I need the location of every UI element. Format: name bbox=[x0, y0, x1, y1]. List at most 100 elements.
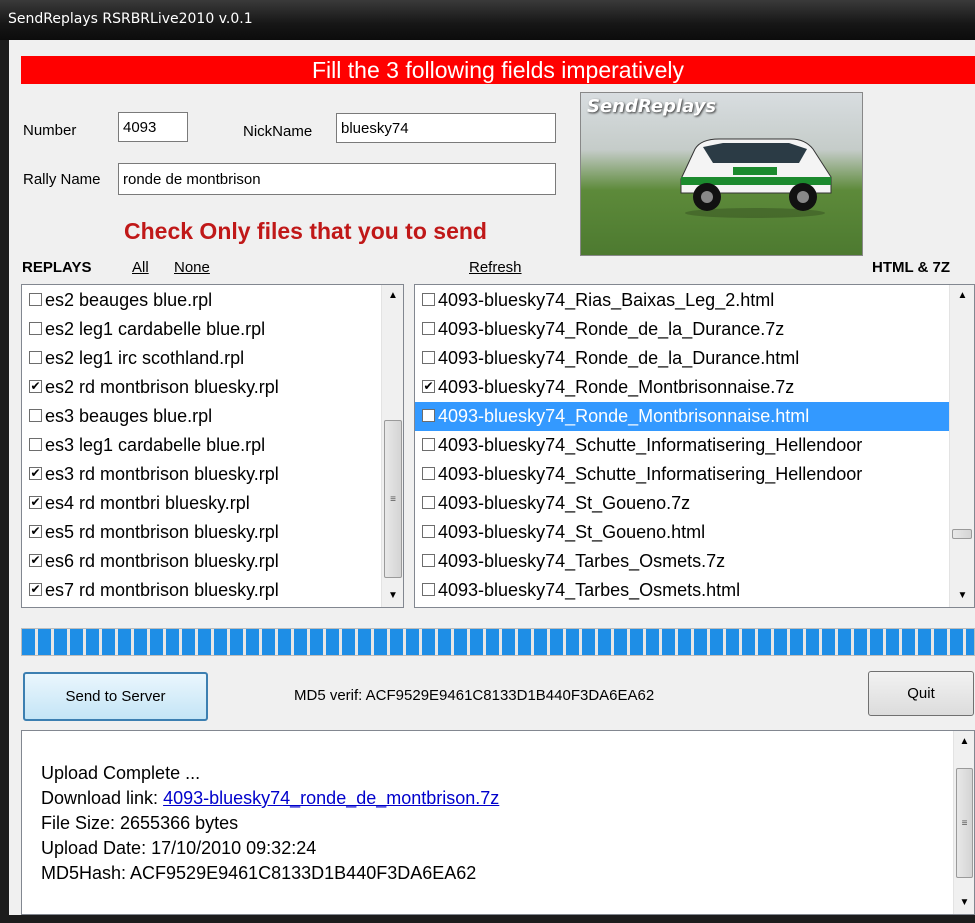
list-item[interactable]: es3 beauges blue.rpl bbox=[22, 402, 378, 431]
checkbox[interactable] bbox=[422, 495, 435, 509]
checkbox-checked[interactable]: ✔ bbox=[422, 408, 435, 422]
checkbox[interactable] bbox=[422, 553, 435, 567]
list-item[interactable]: 4093-bluesky74_Schutte_Informatisering_H… bbox=[415, 460, 949, 489]
list-item-label: 4093-bluesky74_Schutte_Informatisering_H… bbox=[438, 435, 863, 455]
html-7z-list[interactable]: 4093-bluesky74_Rias_Baixas_Leg_2.html 409… bbox=[414, 284, 975, 608]
list-item-label: es3 rd montbrison bluesky.rpl bbox=[45, 464, 279, 484]
checkbox[interactable] bbox=[422, 582, 435, 596]
download-link-label: Download link: bbox=[41, 788, 164, 808]
list-item-label: 4093-bluesky74_St_Goueno.html bbox=[438, 522, 706, 542]
list-item[interactable]: ✔ es3 rd montbrison bluesky.rpl bbox=[22, 460, 378, 489]
checkbox[interactable] bbox=[29, 437, 42, 451]
scrollbar-thumb[interactable]: ≡ bbox=[956, 768, 973, 878]
select-all-link[interactable]: All bbox=[132, 259, 149, 276]
scroll-down-arrow-icon[interactable]: ▼ bbox=[954, 892, 975, 914]
checkbox[interactable] bbox=[422, 321, 435, 335]
scroll-up-arrow-icon[interactable]: ▲ bbox=[382, 285, 403, 307]
list-item[interactable]: es2 leg1 irc scothland.rpl bbox=[22, 344, 378, 373]
list-item[interactable]: 4093-bluesky74_Tarbes_Osmets.html bbox=[415, 576, 949, 605]
scroll-down-arrow-icon[interactable]: ▼ bbox=[382, 585, 403, 607]
list-item-label: 4093-bluesky74_Ronde_de_la_Durance.7z bbox=[438, 319, 785, 339]
checkbox[interactable] bbox=[29, 292, 42, 306]
checkbox[interactable] bbox=[422, 292, 435, 306]
scroll-up-arrow-icon[interactable]: ▲ bbox=[954, 731, 975, 753]
scrollbar-thumb[interactable] bbox=[952, 529, 972, 539]
rally-car-image bbox=[680, 138, 832, 218]
checkbox-checked[interactable]: ✔ bbox=[422, 379, 435, 393]
list-item[interactable]: ✔ es6 rd montbrison bluesky.rpl bbox=[22, 547, 378, 576]
list-item[interactable]: ✔ 4093-bluesky74_Ronde_Montbrisonnaise.ht… bbox=[415, 402, 949, 431]
list-item-label: es3 beauges blue.rpl bbox=[45, 406, 213, 426]
checkbox-checked[interactable]: ✔ bbox=[29, 553, 42, 567]
quit-button[interactable]: Quit bbox=[868, 671, 974, 716]
checkbox[interactable] bbox=[29, 408, 42, 422]
log-scrollbar[interactable]: ▲ ≡ ▼ bbox=[953, 731, 974, 914]
list-item[interactable]: es2 leg1 cardabelle blue.rpl bbox=[22, 315, 378, 344]
scroll-down-arrow-icon[interactable]: ▼ bbox=[950, 585, 974, 607]
check-files-message: Check Only files that you to send bbox=[124, 218, 487, 244]
client-area: Fill the 3 following fields imperatively… bbox=[9, 40, 975, 915]
list-item[interactable]: 4093-bluesky74_St_Goueno.html bbox=[415, 518, 949, 547]
checkbox[interactable] bbox=[29, 321, 42, 335]
list-item[interactable]: 4093-bluesky74_Tarbes_Osmets.7z bbox=[415, 547, 949, 576]
list-item[interactable]: es2 beauges blue.rpl bbox=[22, 286, 378, 315]
checkbox-checked[interactable]: ✔ bbox=[29, 582, 42, 596]
list-item-label: 4093-bluesky74_Ronde_de_la_Durance.html bbox=[438, 348, 800, 368]
checkbox[interactable] bbox=[422, 437, 435, 451]
list-item-label: 4093-bluesky74_Tarbes_Osmets.html bbox=[438, 580, 741, 600]
checkbox-checked[interactable]: ✔ bbox=[29, 524, 42, 538]
list-item[interactable]: 4093-bluesky74_Ronde_de_la_Durance.html bbox=[415, 344, 949, 373]
list-item-label: 4093-bluesky74_Schutte_Informatisering_H… bbox=[438, 464, 863, 484]
checkbox-checked[interactable]: ✔ bbox=[29, 466, 42, 480]
checkbox[interactable] bbox=[29, 350, 42, 364]
nickname-label: NickName bbox=[243, 123, 313, 140]
refresh-link[interactable]: Refresh bbox=[469, 259, 522, 276]
list-item-label: es2 beauges blue.rpl bbox=[45, 290, 213, 310]
checkbox[interactable] bbox=[422, 466, 435, 480]
list-item-label: 4093-bluesky74_St_Goueno.7z bbox=[438, 493, 691, 513]
upload-progress-bar bbox=[21, 628, 975, 656]
list-item[interactable]: 4093-bluesky74_Schutte_Informatisering_H… bbox=[415, 431, 949, 460]
list-item[interactable]: ✔ 4093-bluesky74_Ronde_Montbrisonnaise.7z bbox=[415, 373, 949, 402]
list-item-label: 4093-bluesky74_Tarbes_Osmets.7z bbox=[438, 551, 726, 571]
md5-verif-text: MD5 verif: ACF9529E9461C8133D1B440F3DA6E… bbox=[294, 687, 655, 704]
required-fields-banner: Fill the 3 following fields imperatively bbox=[21, 56, 975, 84]
nickname-field[interactable] bbox=[336, 113, 556, 143]
log-download-line: Download link: 4093-bluesky74_ronde_de_m… bbox=[41, 788, 499, 809]
list-item[interactable]: es3 leg1 cardabelle blue.rpl bbox=[22, 431, 378, 460]
rally-car-photo: SendReplays bbox=[580, 92, 863, 256]
list-item[interactable]: ✔ es4 rd montbri bluesky.rpl bbox=[22, 489, 378, 518]
rally-name-field[interactable] bbox=[118, 163, 556, 195]
list-item[interactable]: ✔ es2 rd montbrison bluesky.rpl bbox=[22, 373, 378, 402]
replays-scrollbar[interactable]: ▲ ≡ ▼ bbox=[381, 285, 403, 607]
number-field[interactable] bbox=[118, 112, 188, 142]
download-link[interactable]: 4093-bluesky74_ronde_de_montbrison.7z bbox=[163, 788, 499, 808]
scroll-up-arrow-icon[interactable]: ▲ bbox=[950, 285, 974, 307]
select-none-link[interactable]: None bbox=[174, 259, 210, 276]
files-scrollbar[interactable]: ▲ ▼ bbox=[949, 285, 974, 607]
send-to-server-button[interactable]: Send to Server bbox=[23, 672, 208, 721]
list-item[interactable]: 4093-bluesky74_Rias_Baixas_Leg_2.html bbox=[415, 286, 949, 315]
upload-log-box[interactable]: Upload Complete ... Download link: 4093-… bbox=[21, 730, 975, 915]
checkbox-checked[interactable]: ✔ bbox=[29, 379, 42, 393]
list-item-label: es2 leg1 cardabelle blue.rpl bbox=[45, 319, 266, 339]
title-bar[interactable]: SendReplays RSRBRLive2010 v.0.1 bbox=[0, 0, 975, 40]
log-md5-hash: MD5Hash: ACF9529E9461C8133D1B440F3DA6EA6… bbox=[41, 863, 477, 883]
list-item-label: es3 leg1 cardabelle blue.rpl bbox=[45, 435, 266, 455]
list-item-label: es2 rd montbrison bluesky.rpl bbox=[45, 377, 279, 397]
replays-list[interactable]: es2 beauges blue.rpl es2 leg1 cardabelle … bbox=[21, 284, 404, 608]
list-item[interactable]: 4093-bluesky74_Ronde_de_la_Durance.7z bbox=[415, 315, 949, 344]
list-item-label: es6 rd montbrison bluesky.rpl bbox=[45, 551, 279, 571]
replays-header: REPLAYS bbox=[22, 259, 92, 276]
list-item[interactable]: ✔ es5 rd montbrison bluesky.rpl bbox=[22, 518, 378, 547]
log-upload-date: Upload Date: 17/10/2010 09:32:24 bbox=[41, 838, 317, 858]
checkbox-checked[interactable]: ✔ bbox=[29, 495, 42, 509]
list-item[interactable]: 4093-bluesky74_St_Goueno.7z bbox=[415, 489, 949, 518]
checkbox[interactable] bbox=[422, 350, 435, 364]
scrollbar-thumb[interactable]: ≡ bbox=[384, 420, 402, 578]
list-item[interactable]: ✔ es7 rd montbrison bluesky.rpl bbox=[22, 576, 378, 605]
checkbox[interactable] bbox=[422, 524, 435, 538]
list-item-label: es5 rd montbrison bluesky.rpl bbox=[45, 522, 279, 542]
list-item-label: 4093-bluesky74_Ronde_Montbrisonnaise.htm… bbox=[438, 406, 810, 426]
progress-fill bbox=[22, 629, 974, 655]
